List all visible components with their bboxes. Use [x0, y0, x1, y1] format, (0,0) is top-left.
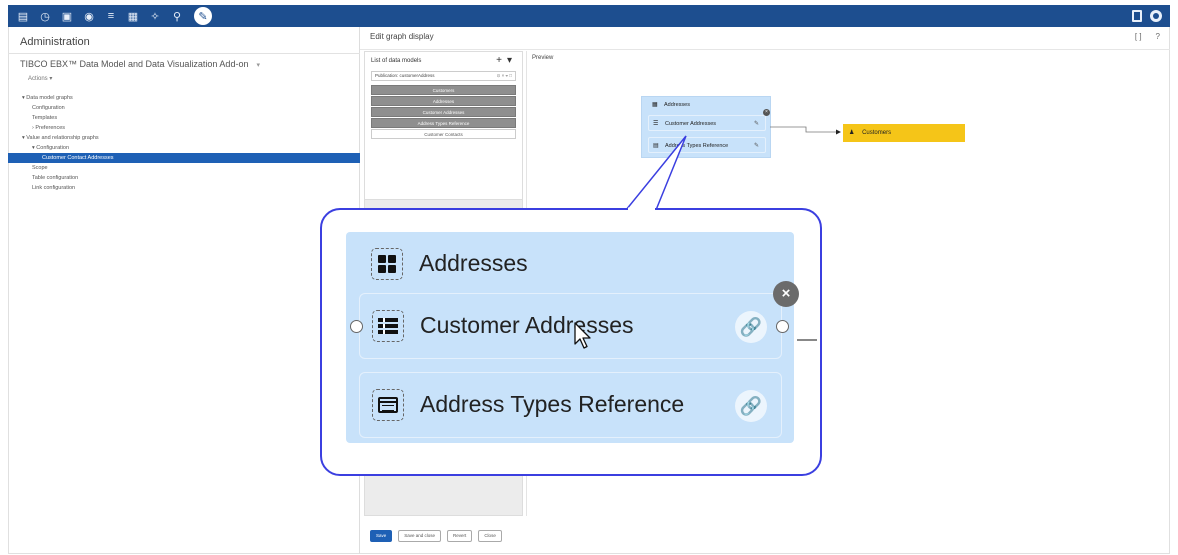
maximize-icon[interactable]: [ ]	[1135, 32, 1142, 41]
grid-icon-glyph	[378, 255, 396, 273]
publication-action-icons[interactable]: ⊙ × ⫧ □	[497, 72, 512, 80]
relationship-path	[770, 126, 836, 133]
tree-node[interactable]: Table configuration	[8, 173, 360, 183]
relationship-arrow	[836, 129, 841, 135]
edit-graph-display-title: Edit graph display	[370, 32, 434, 41]
navigation-tree: ▾ Data model graphs Configuration Template…	[8, 93, 360, 193]
admin-tool-icon[interactable]: ✧	[148, 9, 162, 23]
administration-title: Administration	[20, 36, 90, 48]
close-icon[interactable]: ×	[773, 281, 799, 307]
header-icons: [ ] ?	[1135, 32, 1160, 41]
link-icon[interactable]: ✎	[754, 116, 759, 132]
tree-node[interactable]: ▾ Value and relationship graphs	[8, 133, 360, 143]
list-actions: + ▾	[496, 55, 512, 66]
mouse-cursor-shape	[574, 322, 591, 349]
zoom-group-title-text: Addresses	[419, 250, 528, 276]
mini-group-title: ▦ Addresses	[648, 97, 766, 113]
mini-close-icon[interactable]: ×	[763, 109, 770, 116]
data-workflow-icon[interactable]: ◉	[82, 9, 96, 23]
tree-node[interactable]: Link configuration	[8, 183, 360, 193]
port-line	[797, 339, 817, 341]
list-head: List of data models + ▾ Publication: cus…	[365, 52, 522, 200]
person-icon: ♟	[849, 130, 855, 136]
left-navigation-panel: Administration TIBCO EBX™ Data Model and…	[8, 27, 360, 554]
addon-title-text: TIBCO EBX™ Data Model and Data Visualiza…	[20, 59, 249, 69]
zoom-row-customer-addresses[interactable]: Customer Addresses 🔗	[359, 293, 782, 359]
bottom-button-bar: Save Save and close Revert Close	[370, 530, 502, 542]
table-list-icon-glyph	[378, 318, 398, 334]
sidebar-icon[interactable]	[1132, 10, 1142, 22]
tree-node[interactable]: › Preferences	[8, 123, 360, 133]
right-port-handle[interactable]	[776, 320, 789, 333]
zoom-row-address-types[interactable]: Address Types Reference 🔗	[359, 372, 782, 438]
mouse-cursor-icon	[574, 322, 591, 349]
search-icon[interactable]: ⚲	[170, 9, 184, 23]
data-space-icon[interactable]: ▣	[60, 9, 74, 23]
tree-node[interactable]: ▾ Configuration	[8, 143, 360, 153]
preview-label: Preview	[532, 55, 554, 61]
link-icon[interactable]: 🔗	[735, 390, 767, 422]
reference-table-icon-glyph	[378, 397, 398, 413]
tree-node[interactable]: ▾ Data model graphs	[8, 93, 360, 103]
addon-title[interactable]: TIBCO EBX™ Data Model and Data Visualiza…	[20, 59, 260, 69]
tree-node[interactable]: Customer Contact Addresses	[8, 153, 360, 163]
zoom-row-label: Customer Addresses	[420, 312, 634, 338]
mini-row-label: Address Types Reference	[665, 143, 729, 149]
reference-table-icon: ▤	[653, 143, 659, 149]
customers-node-label: Customers	[862, 130, 892, 136]
link-icon[interactable]: 🔗	[735, 311, 767, 343]
data-model-item[interactable]: Addresses	[371, 96, 516, 106]
zoom-group-title: Addresses	[359, 234, 782, 300]
reference-table-icon	[372, 389, 404, 421]
user-avatar-icon[interactable]	[1150, 10, 1162, 22]
actions-menu[interactable]: Actions ▾	[28, 75, 52, 82]
chevron-down-icon[interactable]: ▾	[256, 62, 260, 69]
list-title: List of data models	[371, 58, 422, 64]
mini-row-address-types[interactable]: ▤ Address Types Reference ✎	[648, 137, 766, 153]
publication-icon[interactable]: ▦	[126, 9, 140, 23]
top-toolbar: ▤ ◷ ▣ ◉ ≡ ▦ ✧ ⚲ ✎	[8, 5, 1170, 27]
data-model-icon[interactable]: ≡	[104, 9, 118, 23]
mini-group-title-text: Addresses	[664, 102, 690, 108]
data-model-item[interactable]: Customer Contacts	[371, 129, 516, 139]
mini-row-label: Customer Addresses	[665, 121, 717, 127]
table-list-icon: ☰	[653, 121, 659, 127]
relationship-line	[770, 126, 841, 135]
mini-addresses-group[interactable]: ▦ Addresses ☰ Customer Addresses ✎ ▤ Add…	[641, 96, 771, 158]
divider	[8, 53, 360, 54]
save-button[interactable]: Save	[370, 530, 393, 542]
chevron-down-icon[interactable]: ▾	[507, 55, 512, 66]
data-model-item[interactable]: Customers	[371, 85, 516, 95]
grid-icon: ▦	[652, 102, 658, 108]
table-list-icon	[372, 310, 404, 342]
left-port-handle[interactable]	[350, 320, 363, 333]
help-icon[interactable]: ?	[1156, 32, 1160, 41]
add-icon[interactable]: +	[496, 55, 502, 66]
toolbar-right	[1132, 10, 1162, 22]
divider	[360, 49, 1170, 50]
publication-label: Publication: customerAddress	[375, 73, 435, 78]
data-model-item[interactable]: Customer Addresses	[371, 107, 516, 117]
tree-node[interactable]: Templates	[8, 113, 360, 123]
link-icon[interactable]: ✎	[754, 138, 759, 154]
edit-pencil-icon[interactable]: ✎	[194, 7, 212, 25]
customers-node[interactable]: ♟ Customers	[843, 124, 965, 142]
grid-icon	[371, 248, 403, 280]
tree-node[interactable]: Scope	[8, 163, 360, 173]
database-icon[interactable]: ▤	[16, 9, 30, 23]
revert-button[interactable]: Revert	[447, 530, 473, 542]
right-header: Edit graph display [ ] ?	[360, 27, 1170, 49]
close-button[interactable]: Close	[478, 530, 502, 542]
mini-row-customer-addresses[interactable]: ☰ Customer Addresses ✎	[648, 115, 766, 131]
zoom-row-label: Address Types Reference	[420, 391, 685, 417]
data-model-item[interactable]: Address Types Reference	[371, 118, 516, 128]
history-icon[interactable]: ◷	[38, 9, 52, 23]
tree-node[interactable]: Configuration	[8, 103, 360, 113]
save-and-close-button[interactable]: Save and close	[398, 530, 442, 542]
publication-row[interactable]: Publication: customerAddress ⊙ × ⫧ □	[371, 71, 516, 81]
